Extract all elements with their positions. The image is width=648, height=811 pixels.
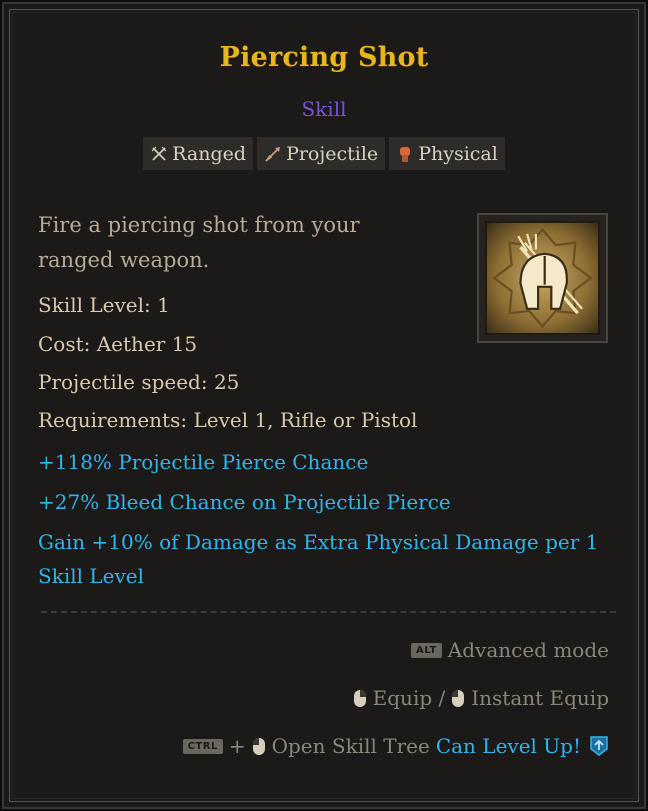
crossed-swords-icon <box>151 146 167 161</box>
skill-tooltip: Piercing Shot Skill Ranged Projectile Ph… <box>2 2 646 809</box>
tag-label: Projectile <box>286 142 379 165</box>
instant-equip-label: Instant Equip <box>471 686 609 710</box>
skill-type: Skill <box>301 97 347 121</box>
tag-label: Ranged <box>172 142 247 165</box>
stat-cost: Cost: Aether 15 <box>38 332 198 356</box>
mouse-left-click-icon <box>452 689 465 707</box>
helmet-icon <box>492 227 593 329</box>
fist-icon <box>400 146 411 162</box>
modifier-bleed-chance: +27% Bleed Chance on Projectile Pierce <box>38 490 451 514</box>
equip-label: Equip / <box>372 686 446 710</box>
plus-sign: + <box>228 734 246 758</box>
hint-equip: Equip / Instant Equip <box>353 686 609 710</box>
alt-key: ALT <box>411 642 442 658</box>
mouse-right-click-icon <box>353 689 366 707</box>
tag-list: Ranged Projectile Physical <box>4 137 644 170</box>
stat-requirements: Requirements: Level 1, Rifle or Pistol <box>38 408 418 432</box>
tag-physical: Physical <box>389 137 505 170</box>
can-level-up-label: Can Level Up! <box>435 734 581 758</box>
mouse-left-click-icon <box>252 737 265 755</box>
skill-icon-background <box>485 221 600 335</box>
skill-title: Piercing Shot <box>219 42 429 73</box>
modifier-extra-damage: Gain +10% of Damage as Extra Physical Da… <box>38 530 599 588</box>
tooltip-frame <box>12 12 636 799</box>
modifier-pierce-chance: +118% Projectile Pierce Chance <box>38 450 369 474</box>
ctrl-key: CTRL <box>182 738 223 754</box>
tag-ranged: Ranged <box>143 137 254 170</box>
stat-projectile-speed: Projectile speed: 25 <box>38 370 240 394</box>
open-skill-tree-label: Open Skill Tree <box>271 734 430 758</box>
hint-skill-tree: CTRL + Open Skill Tree Can Level Up! <box>182 734 609 758</box>
hint-advanced-mode: ALT Advanced mode <box>411 638 609 662</box>
arrow-icon <box>265 146 281 162</box>
advanced-mode-label: Advanced mode <box>447 638 609 662</box>
tag-label: Physical <box>418 142 498 165</box>
tag-projectile: Projectile <box>257 137 386 170</box>
level-up-gem-icon <box>590 736 608 756</box>
skill-description: Fire a piercing shot from your ranged we… <box>38 213 360 272</box>
skill-icon-frame <box>477 213 608 343</box>
divider <box>41 611 616 613</box>
stat-skill-level: Skill Level: 1 <box>38 293 170 317</box>
